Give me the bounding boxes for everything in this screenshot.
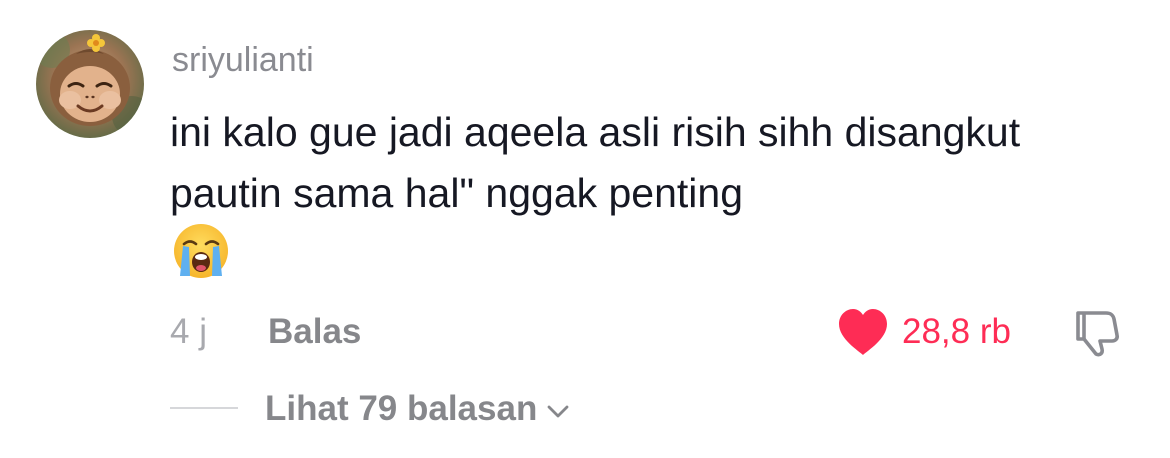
chevron-down-icon — [547, 405, 569, 418]
loudly-crying-face-emoji — [174, 224, 228, 278]
replies-divider — [170, 407, 238, 409]
heart-icon — [839, 309, 887, 355]
like-button[interactable]: 28,8 rb — [836, 306, 1011, 358]
avatar-monkey-image — [36, 32, 144, 136]
comment-username[interactable]: sriyulianti — [172, 36, 314, 84]
reply-button[interactable]: Balas — [268, 309, 361, 355]
comment-text: ini kalo gue jadi aqeela asli risih sihh… — [170, 109, 1021, 216]
avatar[interactable] — [36, 30, 144, 138]
comment-timestamp: 4 j — [170, 312, 207, 351]
view-replies-button[interactable]: Lihat 79 balasan — [265, 386, 571, 432]
like-count: 28,8 rb — [902, 312, 1011, 351]
view-replies-label: Lihat 79 balasan — [265, 389, 538, 428]
thumbs-down-icon[interactable] — [1070, 305, 1124, 359]
